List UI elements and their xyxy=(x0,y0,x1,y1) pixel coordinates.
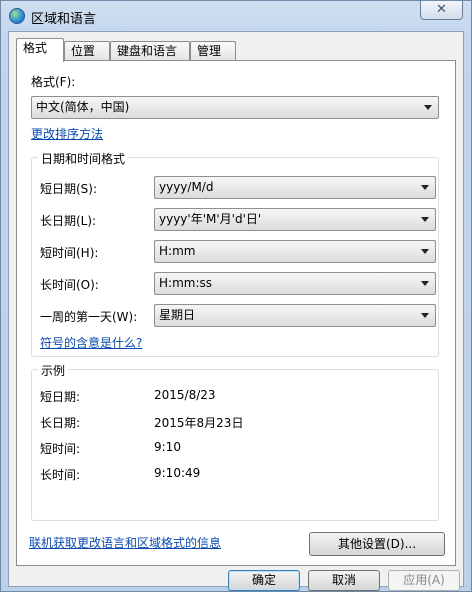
window-title: 区域和语言 xyxy=(31,12,97,27)
long-time-dropdown[interactable]: H:mm:ss xyxy=(154,272,436,295)
cancel-button[interactable]: 取消 xyxy=(308,570,380,591)
short-time-label: 短时间(H): xyxy=(40,246,99,260)
chevron-down-icon xyxy=(421,281,429,286)
example-long-time-label: 长时间: xyxy=(40,468,81,482)
format-label: 格式(F): xyxy=(31,75,76,89)
format-dropdown[interactable]: 中文(简体，中国) xyxy=(31,96,439,119)
change-sort-link[interactable]: 更改排序方法 xyxy=(31,125,103,142)
chevron-down-icon xyxy=(421,249,429,254)
other-settings-button[interactable]: 其他设置(D)... xyxy=(309,532,445,556)
tab-location[interactable]: 位置 xyxy=(64,41,110,61)
short-date-dropdown-value: yyyy/M/d xyxy=(159,180,214,194)
chevron-down-icon xyxy=(421,313,429,318)
close-button[interactable]: ✕ xyxy=(420,1,463,20)
tab-formats[interactable]: 格式 xyxy=(16,38,64,62)
short-time-dropdown[interactable]: H:mm xyxy=(154,240,436,263)
long-time-label: 长时间(O): xyxy=(40,278,99,292)
example-long-time-value: 9:10:49 xyxy=(154,466,201,480)
online-info-link[interactable]: 联机获取更改语言和区域格式的信息 xyxy=(29,534,221,551)
first-day-label: 一周的第一天(W): xyxy=(40,310,138,324)
example-short-time-label: 短时间: xyxy=(40,442,81,456)
long-date-dropdown[interactable]: yyyy'年'M'月'd'日' xyxy=(154,208,436,231)
ok-button[interactable]: 确定 xyxy=(228,570,300,591)
format-dropdown-value: 中文(简体，中国) xyxy=(36,100,130,114)
tab-keyboards-languages[interactable]: 键盘和语言 xyxy=(110,41,190,61)
chevron-down-icon xyxy=(421,185,429,190)
chevron-down-icon xyxy=(424,105,432,110)
example-short-time-value: 9:10 xyxy=(154,440,181,454)
title-bar: 区域和语言 ✕ xyxy=(1,1,471,31)
example-short-date-value: 2015/8/23 xyxy=(154,388,216,402)
region-language-window: 区域和语言 ✕ 格式 位置 键盘和语言 管理 格式(F): 中文(简体，中国) … xyxy=(0,0,472,592)
symbols-meaning-link[interactable]: 符号的含意是什么? xyxy=(40,334,142,351)
dialog-client-area: 格式 位置 键盘和语言 管理 格式(F): 中文(简体，中国) 更改排序方法 日… xyxy=(8,31,464,591)
datetime-group-title: 日期和时间格式 xyxy=(38,150,129,167)
examples-group: 示例 短日期: 2015/8/23 长日期: 2015年8月23日 短时间: 9… xyxy=(31,362,439,521)
short-time-dropdown-value: H:mm xyxy=(159,244,196,258)
globe-icon xyxy=(9,8,25,24)
tab-administrative[interactable]: 管理 xyxy=(190,41,236,61)
examples-group-title: 示例 xyxy=(38,362,69,379)
short-date-dropdown[interactable]: yyyy/M/d xyxy=(154,176,436,199)
apply-button[interactable]: 应用(A) xyxy=(388,570,460,591)
long-date-label: 长日期(L): xyxy=(40,214,97,228)
long-date-dropdown-value: yyyy'年'M'月'd'日' xyxy=(159,212,262,226)
example-long-date-value: 2015年8月23日 xyxy=(154,416,244,430)
datetime-formats-group: 日期和时间格式 短日期(S): yyyy/M/d 长日期(L): yyyy'年'… xyxy=(31,150,439,357)
example-long-date-label: 长日期: xyxy=(40,416,81,430)
short-date-label: 短日期(S): xyxy=(40,182,98,196)
first-day-dropdown-value: 星期日 xyxy=(159,308,196,322)
chevron-down-icon xyxy=(421,217,429,222)
long-time-dropdown-value: H:mm:ss xyxy=(159,276,212,290)
formats-tab-panel: 格式(F): 中文(简体，中国) 更改排序方法 日期和时间格式 短日期(S): … xyxy=(16,60,456,566)
first-day-dropdown[interactable]: 星期日 xyxy=(154,304,436,327)
example-short-date-label: 短日期: xyxy=(40,390,81,404)
